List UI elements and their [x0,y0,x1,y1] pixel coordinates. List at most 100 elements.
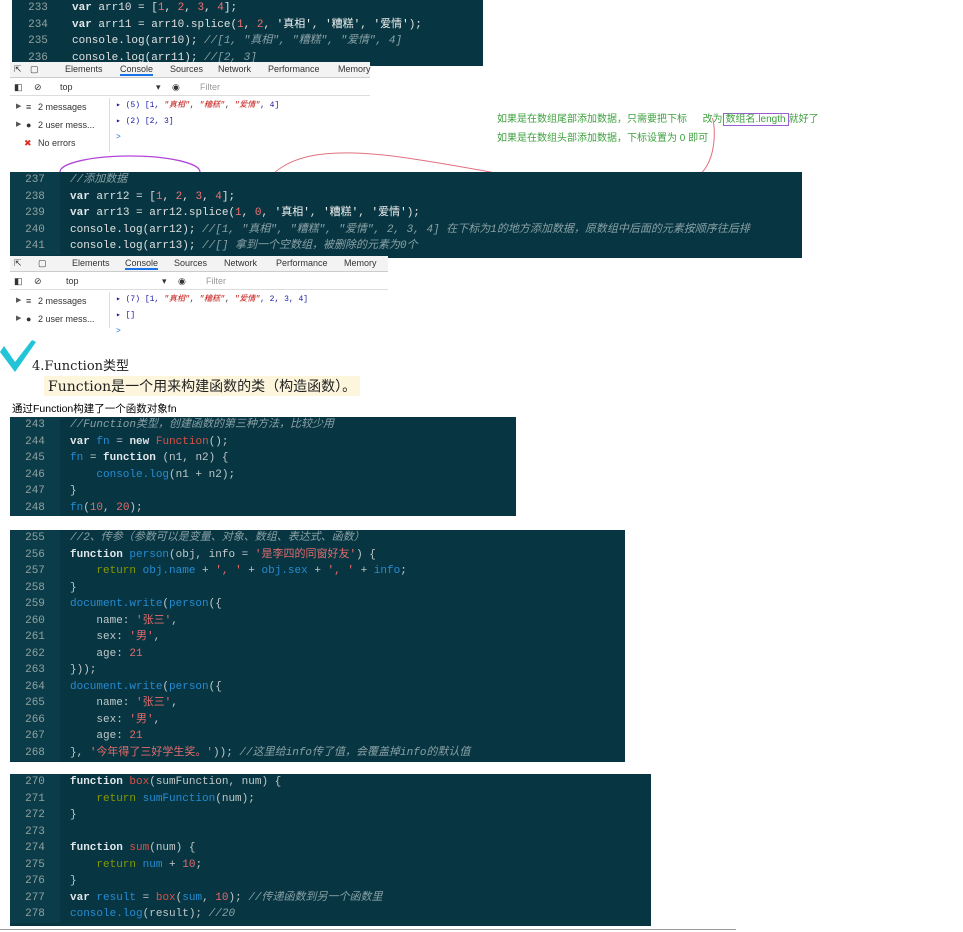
code-line: 245 fn = function (n1, n2) { [10,450,516,467]
tab-console[interactable]: Console [120,64,154,76]
tab-console[interactable]: Console [125,258,159,270]
code-line: 267 age: 21 [10,728,625,745]
clear-console-icon[interactable]: ⊘ [34,276,42,287]
devtools-console-1: ⇱ ▢ Elements Console Sources Network Per… [10,62,371,158]
bottom-divider [0,929,736,930]
code-line: 274 function sum(num) { [10,840,651,857]
check-mark [0,340,36,372]
code-text: document.write(person({ [70,680,222,693]
note-text: 如果是在数组尾部添加数据，只需要把下标 [497,114,687,125]
tab-memory[interactable]: Memory [344,258,377,268]
line-number: 273 [10,823,60,840]
context-select[interactable]: top [60,82,73,92]
code-text: var arr12 = [1, 2, 3, 4]; [70,190,236,203]
eye-icon[interactable]: ◉ [172,82,180,93]
code-line: 244 var fn = new Function(); [10,433,516,450]
tab-performance[interactable]: Performance [276,258,328,268]
line-number: 276 [10,873,60,890]
code-line: 239 var arr13 = arr12.splice(1, 0, '真相', … [10,205,802,222]
line-number: 259 [10,596,60,613]
line-number: 234 [12,16,64,33]
sidebar-item-messages[interactable]: ▶ ≡ 2 messages [10,98,109,116]
console-message[interactable]: ▸ (5) [1, "真相", "糟糕", "爱情", 4] [116,98,279,114]
sidebar-toggle-icon[interactable]: ◧ [14,82,23,93]
console-output: ▸ (5) [1, "真相", "糟糕", "爱情", 4] ▸ (2) [2, … [116,98,279,146]
code-line: 261 sex: '男', [10,629,625,646]
console-toolbar: ◧ ⊘ top ▾ ◉ Filter [10,78,370,96]
line-number: 277 [10,889,60,906]
code-text: console.log(arr13); //[] 拿到一个空数组，被删除的元素为… [70,240,418,252]
device-icon[interactable]: ▢ [38,258,47,269]
sidebar-item-messages[interactable]: ▶ ≡ 2 messages [10,292,109,310]
code-text: } [70,875,77,887]
list-icon: ≡ [26,102,32,112]
expand-icon: ▶ [16,103,22,110]
code-line: 233 var arr10 = [1, 2, 3, 4]; [12,0,483,17]
line-number: 268 [10,744,60,761]
code-text: function person(obj, info = '是李四的同窗好友') … [70,548,376,561]
console-message[interactable]: ▸ (2) [2, 3] [116,114,279,130]
code-text: var arr11 = arr10.splice(1, 2, '真相', '糟糕… [72,18,422,31]
code-text: var fn = new Function(); [70,435,229,448]
code-text: var arr10 = [1, 2, 3, 4]; [72,2,238,14]
console-prompt[interactable]: > [116,130,279,146]
code-text: name: '张三', [96,697,178,709]
filter-input[interactable]: Filter [200,82,220,92]
tab-network[interactable]: Network [218,64,251,74]
console-sidebar: ▶ ≡ 2 messages ▶ ● 2 user mess... ✖ No errors [10,98,110,152]
code-line: 238 var arr12 = [1, 2, 3, 4]; [10,188,802,205]
line-number: 237 [10,172,60,189]
code-text: fn = function (n1, n2) { [70,452,229,464]
sidebar-item-errors[interactable]: ✖ No errors [10,134,109,152]
code-line: 248 fn(10, 20); [10,499,516,516]
code-text: function box(sumFunction, num) { [70,776,282,788]
line-number: 246 [10,466,60,483]
console-toolbar: ◧ ⊘ top ▾ ◉ Filter [10,272,388,290]
code-line: 247} [10,483,516,500]
line-number: 243 [10,417,60,434]
tab-sources[interactable]: Sources [174,258,207,268]
sidebar-item-user-messages[interactable]: ▶ ● 2 user mess... [10,310,109,328]
code-text: sex: '男', [96,713,161,726]
console-message[interactable]: ▸ [] [116,308,308,324]
line-number: 247 [10,483,60,500]
sidebar-toggle-icon[interactable]: ◧ [14,276,23,287]
user-icon: ● [26,120,32,130]
device-icon[interactable]: ▢ [30,64,39,75]
code-line: 275 return num + 10; [10,856,651,873]
sidebar-item-user-messages[interactable]: ▶ ● 2 user mess... [10,116,109,134]
code-line: 262 age: 21 [10,645,625,662]
chevron-down-icon[interactable]: ▾ [162,276,167,287]
highlight-box: 数组名.length [722,113,789,126]
inspect-icon[interactable]: ⇱ [14,64,22,75]
line-number: 265 [10,695,60,712]
code-text: document.write(person({ [70,598,222,610]
console-message[interactable]: ▸ (7) [1, "真相", "糟糕", "爱情", 2, 3, 4] [116,292,308,308]
tab-performance[interactable]: Performance [268,64,320,74]
console-prompt[interactable]: > [116,324,308,340]
line-number: 255 [10,530,60,547]
chevron-down-icon[interactable]: ▾ [156,82,161,93]
tab-sources[interactable]: Sources [170,64,203,74]
code-line: 263})); [10,662,625,679]
code-line: 277 var result = box(sum, 10); //传递函数到另一个… [10,889,651,906]
clear-console-icon[interactable]: ⊘ [34,82,42,93]
eye-icon[interactable]: ◉ [178,276,186,287]
tab-network[interactable]: Network [224,258,257,268]
line-number: 238 [10,188,60,205]
tab-memory[interactable]: Memory [338,64,371,74]
expand-icon: ▶ [16,315,22,322]
inspect-icon[interactable]: ⇱ [14,258,22,269]
tab-elements[interactable]: Elements [72,258,110,268]
code-text: fn(10, 20); [70,501,143,514]
tab-elements[interactable]: Elements [65,64,103,74]
filter-input[interactable]: Filter [206,276,226,286]
code-line: 257 return obj.name + ', ' + obj.sex + '… [10,563,625,580]
error-icon: ✖ [24,138,32,148]
code-text: name: '张三', [96,614,178,627]
line-number: 260 [10,612,60,629]
code-line: 265 name: '张三', [10,695,625,712]
code-line: 237 //添加数据 [10,172,802,189]
line-number: 267 [10,728,60,745]
context-select[interactable]: top [66,276,79,286]
